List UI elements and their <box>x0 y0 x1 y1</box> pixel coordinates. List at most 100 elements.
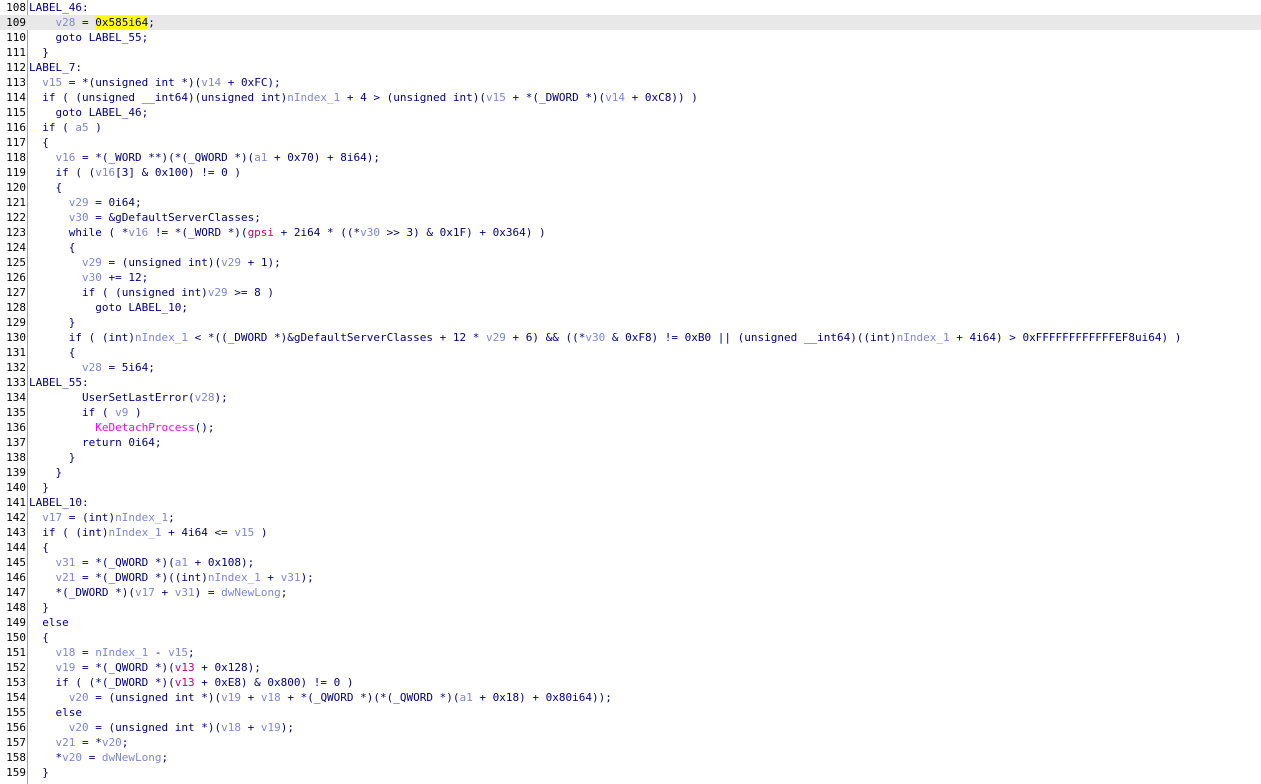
code-line[interactable]: 141 LABEL_10: <box>0 495 1261 510</box>
variable-token[interactable]: v30 <box>360 226 380 239</box>
variable-token[interactable]: v29 <box>69 196 89 209</box>
code-line[interactable]: 133 LABEL_55: <box>0 375 1261 390</box>
variable-token[interactable]: v19 <box>221 691 241 704</box>
variable-token[interactable]: v30 <box>69 211 89 224</box>
code-line[interactable]: 145 v31 = *(_QWORD *)(a1 + 0x108); <box>0 555 1261 570</box>
code-line[interactable]: 123 while ( *v16 != *(_WORD *)(gpsi + 2i… <box>0 225 1261 240</box>
code-line[interactable]: 121 v29 = 0i64; <box>0 195 1261 210</box>
code-line[interactable]: 158 *v20 = dwNewLong; <box>0 750 1261 765</box>
variable-token[interactable]: nIndex_1 <box>95 646 148 659</box>
variable-token[interactable]: v30 <box>585 331 605 344</box>
code-line[interactable]: 125 v29 = (unsigned int)(v29 + 1); <box>0 255 1261 270</box>
variable-token[interactable]: v31 <box>56 556 76 569</box>
variable-token[interactable]: a1 <box>175 556 188 569</box>
variable-token[interactable]: v29 <box>221 256 241 269</box>
variable-token[interactable]: v14 <box>201 76 221 89</box>
variable-token[interactable]: v16 <box>128 226 148 239</box>
code-line[interactable]: 114 if ( (unsigned __int64)(unsigned int… <box>0 90 1261 105</box>
variable-token[interactable]: v29 <box>82 256 102 269</box>
pseudocode-view[interactable]: 108 LABEL_46: 109 v28 = 0x585i64; 110 goto … <box>0 0 1261 784</box>
global-token[interactable]: gpsi <box>248 226 275 239</box>
code-line[interactable]: 113 v15 = *(unsigned int *)(v14 + 0xFC); <box>0 75 1261 90</box>
code-line[interactable]: 138 } <box>0 450 1261 465</box>
code-line[interactable]: 157 v21 = *v20; <box>0 735 1261 750</box>
code-line[interactable]: 146 v21 = *(_DWORD *)((int)nIndex_1 + v3… <box>0 570 1261 585</box>
code-line[interactable]: 120 { <box>0 180 1261 195</box>
variable-token[interactable]: v16 <box>56 151 76 164</box>
variable-token[interactable]: v19 <box>56 661 76 674</box>
code-line[interactable]: 159 } <box>0 765 1261 780</box>
code-line[interactable]: 152 v19 = *(_QWORD *)(v13 + 0x128); <box>0 660 1261 675</box>
code-line[interactable]: 122 v30 = &gDefaultServerClasses; <box>0 210 1261 225</box>
code-line[interactable]: 150 { <box>0 630 1261 645</box>
variable-token[interactable]: dwNewLong <box>102 751 162 764</box>
variable-token[interactable]: v18 <box>56 646 76 659</box>
code-line[interactable]: 119 if ( (v16[3] & 0x100) != 0 ) <box>0 165 1261 180</box>
code-line[interactable]: 131 { <box>0 345 1261 360</box>
code-line[interactable]: 149 else <box>0 615 1261 630</box>
code-line[interactable]: 147 *(_DWORD *)(v17 + v31) = dwNewLong; <box>0 585 1261 600</box>
variable-token[interactable]: v21 <box>56 571 76 584</box>
variable-token[interactable]: v29 <box>208 286 228 299</box>
code-line[interactable]: 142 v17 = (int)nIndex_1; <box>0 510 1261 525</box>
code-line[interactable]: 143 if ( (int)nIndex_1 + 4i64 <= v15 ) <box>0 525 1261 540</box>
code-line[interactable]: 116 if ( a5 ) <box>0 120 1261 135</box>
variable-token[interactable]: v15 <box>42 76 62 89</box>
code-line[interactable]: 109 v28 = 0x585i64; <box>0 15 1261 30</box>
code-line[interactable]: 130 if ( (int)nIndex_1 < *((_DWORD *)&gD… <box>0 330 1261 345</box>
code-line[interactable]: 151 v18 = nIndex_1 - v15; <box>0 645 1261 660</box>
code-line[interactable]: 137 return 0i64; <box>0 435 1261 450</box>
variable-token[interactable]: v16 <box>95 166 115 179</box>
code-line[interactable]: 110 goto LABEL_55; <box>0 30 1261 45</box>
variable-token[interactable]: v30 <box>82 271 102 284</box>
code-line[interactable]: 135 if ( v9 ) <box>0 405 1261 420</box>
code-line[interactable]: 134 UserSetLastError(v28); <box>0 390 1261 405</box>
code-line[interactable]: 153 if ( (*(_DWORD *)(v13 + 0xE8) & 0x80… <box>0 675 1261 690</box>
code-line[interactable]: 154 v20 = (unsigned int *)(v19 + v18 + *… <box>0 690 1261 705</box>
function-token[interactable]: KeDetachProcess <box>95 421 194 434</box>
variable-token[interactable]: v18 <box>221 721 241 734</box>
code-line[interactable]: 139 } <box>0 465 1261 480</box>
variable-token[interactable]: nIndex_1 <box>115 511 168 524</box>
variable-token[interactable]: v17 <box>42 511 62 524</box>
code-line[interactable]: 140 } <box>0 480 1261 495</box>
global-token[interactable]: v13 <box>175 661 195 674</box>
code-line[interactable]: 118 v16 = *(_WORD **)(*(_QWORD *)(a1 + 0… <box>0 150 1261 165</box>
variable-token[interactable]: v28 <box>195 391 215 404</box>
variable-token[interactable]: dwNewLong <box>221 586 281 599</box>
variable-token[interactable]: v20 <box>69 691 89 704</box>
variable-token[interactable]: v18 <box>261 691 281 704</box>
code-line[interactable]: 156 v20 = (unsigned int *)(v18 + v19); <box>0 720 1261 735</box>
code-line[interactable]: 148 } <box>0 600 1261 615</box>
code-line[interactable]: 155 else <box>0 705 1261 720</box>
variable-token[interactable]: v15 <box>486 91 506 104</box>
code-line[interactable]: 128 goto LABEL_10; <box>0 300 1261 315</box>
variable-token[interactable]: nIndex_1 <box>897 331 950 344</box>
variable-token[interactable]: v20 <box>62 751 82 764</box>
variable-token[interactable]: v31 <box>281 571 301 584</box>
variable-token[interactable]: v17 <box>135 586 155 599</box>
variable-token[interactable]: a5 <box>75 121 88 134</box>
variable-token[interactable]: v21 <box>56 736 76 749</box>
code-line[interactable]: 112 LABEL_7: <box>0 60 1261 75</box>
code-line[interactable]: 126 v30 += 12; <box>0 270 1261 285</box>
variable-token[interactable]: v9 <box>115 406 128 419</box>
variable-token[interactable]: v28 <box>56 16 76 29</box>
code-line[interactable]: 144 { <box>0 540 1261 555</box>
code-line[interactable]: 115 goto LABEL_46; <box>0 105 1261 120</box>
global-token[interactable]: v13 <box>175 676 195 689</box>
variable-token[interactable]: v29 <box>486 331 506 344</box>
code-line[interactable]: 117 { <box>0 135 1261 150</box>
search-match-token[interactable]: 0x585i64 <box>95 16 149 29</box>
variable-token[interactable]: a1 <box>460 691 473 704</box>
code-line[interactable]: 136 KeDetachProcess(); <box>0 420 1261 435</box>
variable-token[interactable]: nIndex_1 <box>208 571 261 584</box>
variable-token[interactable]: v19 <box>261 721 281 734</box>
variable-token[interactable]: v20 <box>69 721 89 734</box>
variable-token[interactable]: a1 <box>254 151 267 164</box>
variable-token[interactable]: v20 <box>102 736 122 749</box>
variable-token[interactable]: nIndex_1 <box>135 331 188 344</box>
variable-token[interactable]: v28 <box>82 361 102 374</box>
variable-token[interactable]: v15 <box>234 526 254 539</box>
code-line[interactable]: 124 { <box>0 240 1261 255</box>
